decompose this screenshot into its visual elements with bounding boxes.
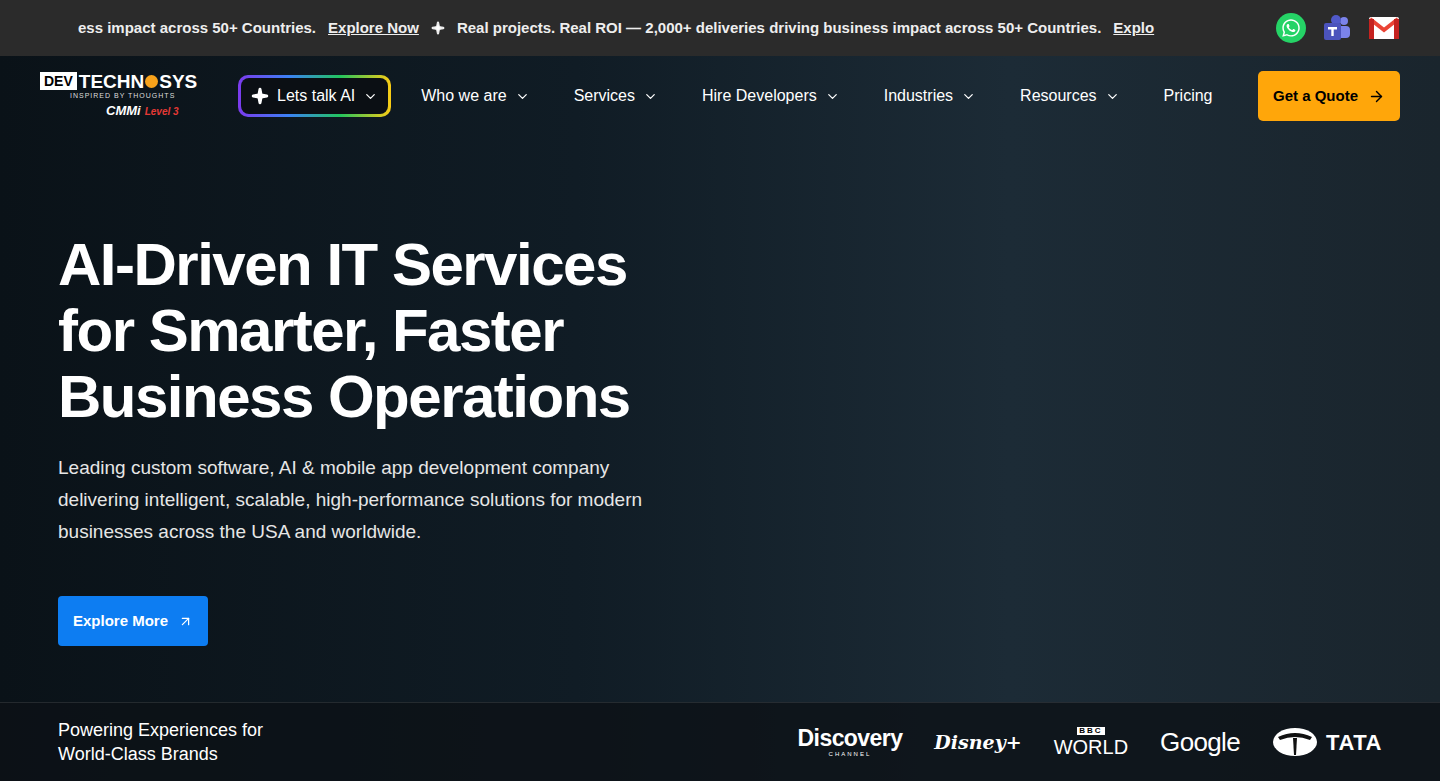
nav-item[interactable]: Resources (1020, 84, 1119, 108)
whatsapp-icon[interactable] (1276, 13, 1306, 43)
page: ess impact across 50+ Countries. Explore … (0, 0, 1440, 781)
chevron-down-icon (515, 89, 530, 104)
get-quote-button[interactable]: Get a Quote (1258, 71, 1400, 121)
ticker-bar: ess impact across 50+ Countries. Explore … (0, 0, 1440, 56)
nav-links: Who we are Services Hire Developers Industr… (421, 84, 1212, 108)
logo-o-icon (145, 75, 158, 88)
nav-item[interactable]: Who we are (421, 84, 529, 108)
ticker-link[interactable]: Explo (1113, 17, 1154, 40)
hero: DEVTECHNSYSINSPIRED BY THOUGHTSCMMiLevel… (0, 56, 1440, 781)
nav-item[interactable]: Industries (884, 84, 976, 108)
sparkle-icon (431, 21, 445, 35)
tata-logo: TATA (1272, 726, 1382, 759)
chevron-down-icon (1105, 89, 1120, 104)
arrow-up-right-icon (178, 614, 193, 629)
hero-content: AI-Driven IT Servicesfor Smarter, Faster… (0, 136, 1440, 702)
chevron-down-icon (961, 89, 976, 104)
google-logo: Google (1160, 723, 1240, 762)
ticker-link[interactable]: Explore Now (328, 17, 419, 40)
gmail-icon[interactable] (1368, 15, 1400, 41)
hero-title: AI-Driven IT Servicesfor Smarter, Faster… (58, 232, 1440, 430)
lets-talk-ai-button[interactable]: Lets talk AI (238, 75, 391, 117)
nav-item[interactable]: Services (574, 84, 658, 108)
sparkle-icon (251, 87, 269, 105)
brand-logos: DiscoveryCHANNEL Disney+ BBCWORLD Google TAT… (798, 723, 1382, 762)
disney-logo: Disney+ (934, 728, 1021, 757)
brands-heading: Powering Experiences forWorld-Class Bran… (58, 718, 263, 766)
nav-item[interactable]: Pricing (1164, 84, 1213, 108)
tata-emblem-icon (1272, 727, 1318, 757)
ticker-text: ess impact across 50+ Countries. (78, 17, 316, 40)
bbc-world-logo: BBCWORLD (1054, 727, 1128, 757)
ticker-text: Real projects. Real ROI — 2,000+ deliver… (457, 17, 1101, 40)
main-nav: DEVTECHNSYSINSPIRED BY THOUGHTSCMMiLevel… (0, 56, 1440, 136)
brands-strip: Powering Experiences forWorld-Class Bran… (0, 702, 1440, 781)
discovery-logo: DiscoveryCHANNEL (798, 727, 903, 757)
logo[interactable]: DEVTECHNSYSINSPIRED BY THOUGHTSCMMiLevel… (40, 72, 210, 121)
hero-subtitle: Leading custom software, AI & mobile app… (58, 452, 688, 548)
contact-icons (1276, 13, 1400, 43)
explore-more-button[interactable]: Explore More (58, 596, 208, 646)
teams-icon[interactable] (1322, 13, 1352, 43)
ticker: ess impact across 50+ Countries. Explore … (78, 17, 1252, 40)
nav-item[interactable]: Hire Developers (702, 84, 840, 108)
chevron-down-icon (363, 89, 378, 104)
arrow-right-icon (1368, 88, 1385, 105)
chevron-down-icon (825, 89, 840, 104)
chevron-down-icon (643, 89, 658, 104)
